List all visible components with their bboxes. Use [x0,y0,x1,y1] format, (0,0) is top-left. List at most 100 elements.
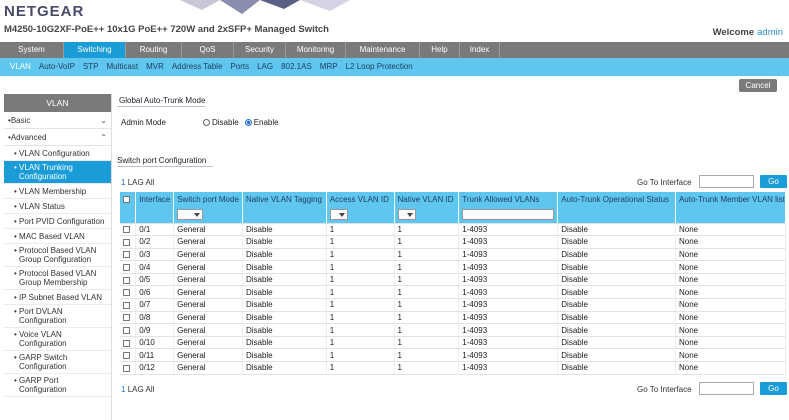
goto-interface-input-top[interactable] [699,175,754,188]
column-header-trunk-allowed-vlans[interactable]: Trunk Allowed VLANs [458,192,559,207]
cancel-button[interactable]: Cancel [739,79,777,92]
row-checkbox[interactable] [123,314,130,322]
trunk-allowed-filter-input[interactable] [462,209,555,221]
main-nav-qos[interactable]: QoS [182,42,234,58]
go-button-top[interactable]: Go [760,175,787,188]
table-cell: General [173,285,243,300]
sidebar-item-vlan-configuration[interactable]: • VLAN Configuration [4,146,111,161]
switchport-mode-filter-select[interactable] [177,209,204,221]
sub-nav-mrp[interactable]: MRP [316,58,342,76]
sub-nav-address-table[interactable]: Address Table [168,58,227,76]
native-vlan-filter-select[interactable] [397,209,416,221]
table-row[interactable]: 0/7 General Disable 1 1 1-4093 Disable None [120,298,787,312]
switchport-config-title: Switch port Configuration [117,156,207,165]
row-checkbox[interactable] [123,352,130,360]
sidebar-item-port-pvid-configuration[interactable]: • Port PVID Configuration [4,214,111,229]
table-row[interactable]: 0/8 General Disable 1 1 1-4093 Disable None [120,311,787,325]
sidebar-item-ip-subnet-based-vlan[interactable]: • IP Subnet Based VLAN [4,290,111,305]
table-row[interactable]: 0/6 General Disable 1 1 1-4093 Disable None [120,285,787,300]
column-header-native-vlan-tagging[interactable]: Native VLAN Tagging [242,192,327,207]
select-all-checkbox[interactable] [123,196,130,204]
row-checkbox[interactable] [123,276,130,284]
sub-nav-ports[interactable]: Ports [226,58,253,76]
sidebar-item-mac-based-vlan[interactable]: • MAC Based VLAN [4,229,111,244]
row-checkbox[interactable] [123,263,130,271]
sidebar-item-voice-vlan-configuration[interactable]: • Voice VLAN Configuration [4,328,111,351]
table-row[interactable]: 0/11 General Disable 1 1 1-4093 Disable None [120,348,787,363]
row-checkbox[interactable] [123,339,130,347]
row-select-cell [120,323,137,337]
sub-nav-auto-voip[interactable]: Auto-VoIP [35,58,79,76]
sidebar-item-port-dvlan-configuration[interactable]: • Port DVLAN Configuration [4,305,111,328]
table-row[interactable]: 0/5 General Disable 1 1 1-4093 Disable None [120,273,787,287]
all-label: All [145,178,155,187]
enable-radio[interactable]: Enable [244,118,279,127]
user-link[interactable]: admin [757,27,783,38]
column-header-access-vlan-id[interactable]: Access VLAN ID [326,192,395,207]
main-nav-maintenance[interactable]: Maintenance [346,42,420,58]
table-row[interactable]: 0/1 General Disable 1 1 1-4093 Disable None [120,223,787,237]
sidebar-item-protocol-based-vlan-group-membership[interactable]: • Protocol Based VLAN Group Membership [4,267,111,290]
lag-all-filter-top[interactable]: 1 LAG All [121,178,154,187]
table-row[interactable]: 0/9 General Disable 1 1 1-4093 Disable None [120,323,787,337]
sidebar-item-garp-switch-configuration[interactable]: • GARP Switch Configuration [4,351,111,374]
table-cell: General [173,273,243,287]
main-nav-monitoring[interactable]: Monitoring [286,42,346,58]
table-cell: 0/9 [135,323,175,337]
sub-nav-vlan[interactable]: VLAN [6,58,35,76]
row-select-cell [120,348,137,363]
main-nav-switching[interactable]: Switching [64,42,126,58]
sidebar-item-protocol-based-vlan-group-configuration[interactable]: • Protocol Based VLAN Group Configuratio… [4,244,111,267]
column-header-switch-port-mode[interactable]: Switch port Mode [173,192,243,207]
row-checkbox[interactable] [123,251,130,259]
row-checkbox[interactable] [123,226,130,234]
table-row[interactable]: 0/3 General Disable 1 1 1-4093 Disable None [120,248,787,262]
sub-nav-lag[interactable]: LAG [253,58,277,76]
sub-nav-multicast[interactable]: Multicast [103,58,143,76]
table-cell: 1-4093 [458,348,559,363]
sidebar-group-basic[interactable]: •Basic ⌄ [4,112,111,129]
sidebar-group-advanced[interactable]: •Advanced ⌃ [4,129,111,146]
sidebar-item-vlan-status[interactable]: • VLAN Status [4,199,111,214]
row-select-cell [120,336,137,350]
table-cell: Disable [557,323,676,337]
sidebar-item-vlan-trunking-configuration[interactable]: • VLAN Trunking Configuration [4,161,111,184]
sub-nav-stp[interactable]: STP [79,58,103,76]
chevron-icon: ⌃ [100,133,107,142]
row-checkbox[interactable] [123,326,130,334]
go-button-bottom[interactable]: Go [760,382,787,395]
column-header-native-vlan-id[interactable]: Native VLAN ID [394,192,460,207]
table-row[interactable]: 0/4 General Disable 1 1 1-4093 Disable None [120,260,787,274]
sidebar-item-garp-port-configuration[interactable]: • GARP Port Configuration [4,374,111,397]
goto-interface-input-bottom[interactable] [699,382,754,395]
main-nav-index[interactable]: Index [460,42,500,58]
main-nav-routing[interactable]: Routing [126,42,182,58]
column-header-auto-trunk-operational-status[interactable]: Auto-Trunk Operational Status [557,192,676,207]
row-checkbox[interactable] [123,289,130,297]
sidebar-item-vlan-membership[interactable]: • VLAN Membership [4,184,111,199]
sidebar-title: VLAN [4,94,111,112]
select-all-header[interactable] [120,192,137,207]
disable-radio[interactable]: Disable [203,118,239,127]
row-checkbox[interactable] [123,301,130,309]
admin-mode-radio-group: Disable Enable [203,118,279,127]
sub-nav-802-1as[interactable]: 802.1AS [277,58,316,76]
row-checkbox[interactable] [123,364,130,372]
table-cell: 1-4093 [458,273,559,287]
table-row[interactable]: 0/10 General Disable 1 1 1-4093 Disable None [120,336,787,350]
table-row[interactable]: 0/12 General Disable 1 1 1-4093 Disable None [120,361,787,375]
table-cell: Disable [557,348,676,363]
row-checkbox[interactable] [123,238,130,246]
main-nav-security[interactable]: Security [234,42,286,58]
sub-nav-l2-loop-protection[interactable]: L2 Loop Protection [342,58,417,76]
column-header-interface[interactable]: Interface [135,192,175,207]
table-row[interactable]: 0/2 General Disable 1 1 1-4093 Disable None [120,235,787,249]
access-vlan-filter-select[interactable] [329,209,348,221]
sub-nav-mvr[interactable]: MVR [142,58,168,76]
main-nav-help[interactable]: Help [420,42,460,58]
table-cell: 0/3 [135,248,175,262]
lag-all-filter-bottom[interactable]: 1 LAG All [121,385,154,394]
table-cell: Disable [557,260,676,274]
column-header-auto-trunk-member-vlan-list[interactable]: Auto-Trunk Member VLAN list [675,192,787,207]
main-nav-system[interactable]: System [0,42,64,58]
